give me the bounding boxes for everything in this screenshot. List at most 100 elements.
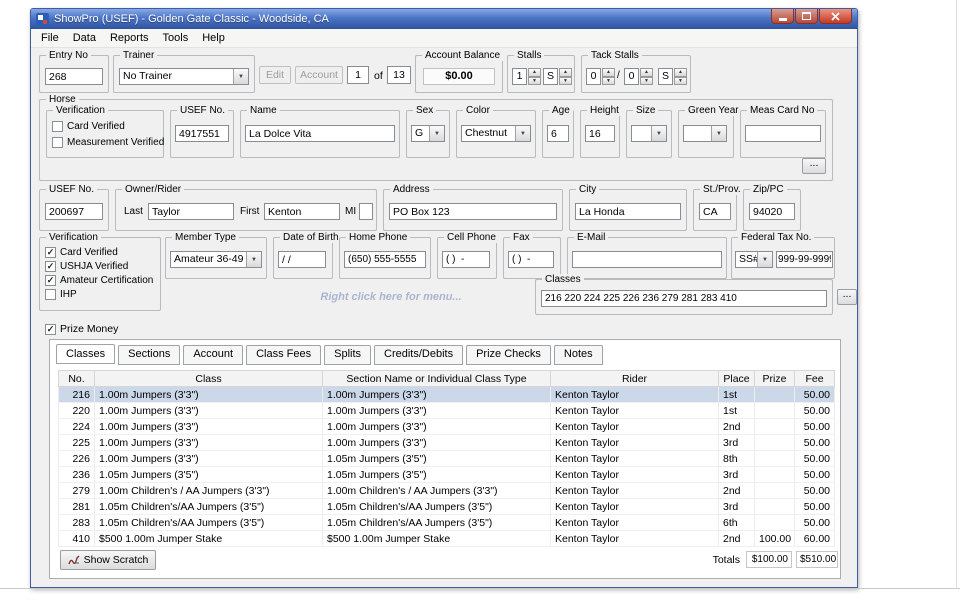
- height-field[interactable]: [585, 125, 615, 142]
- dropdown-arrow-icon[interactable]: ▼: [233, 69, 248, 84]
- header-section[interactable]: Section Name or Individual Class Type: [323, 371, 551, 387]
- checkbox-box[interactable]: [45, 289, 56, 300]
- horse-more-button[interactable]: ...: [802, 158, 826, 174]
- age-field[interactable]: [547, 125, 569, 142]
- horse-name-field[interactable]: [245, 125, 395, 142]
- dropdown-arrow-icon[interactable]: ▼: [515, 126, 530, 141]
- last-name-field[interactable]: [148, 203, 234, 220]
- show-scratch-button[interactable]: Show Scratch: [60, 550, 156, 570]
- header-no[interactable]: No.: [59, 371, 95, 387]
- tack-type-spinner[interactable]: S ▲▼: [658, 68, 687, 85]
- tab-splits[interactable]: Splits: [324, 345, 371, 365]
- tack-count2-spinner[interactable]: 0 ▲▼: [624, 68, 653, 85]
- edit-button[interactable]: Edit: [259, 66, 291, 84]
- ushja-verified-checkbox[interactable]: ✓ USHJA Verified: [45, 261, 128, 272]
- city-field[interactable]: [575, 203, 681, 220]
- stalls-count-spinner[interactable]: 1 ▲▼: [512, 68, 541, 85]
- size-select[interactable]: ▼: [631, 125, 667, 142]
- tax-id-field[interactable]: [776, 251, 833, 268]
- tax-id-type-select[interactable]: SS# ▼: [735, 251, 773, 268]
- spin-up-icon[interactable]: ▲: [602, 68, 615, 77]
- stalls-type-spinner[interactable]: S ▲▼: [543, 68, 572, 85]
- classes-field[interactable]: [541, 290, 827, 307]
- meas-card-field[interactable]: [745, 125, 821, 142]
- tab-sections[interactable]: Sections: [118, 345, 180, 365]
- menu-file[interactable]: File: [34, 30, 66, 46]
- spin-down-icon[interactable]: ▼: [602, 77, 615, 86]
- class-row[interactable]: 224 1.00m Jumpers (3'3") 1.00m Jumpers (…: [59, 419, 835, 435]
- amateur-certification-checkbox[interactable]: ✓ Amateur Certification: [45, 275, 153, 286]
- classes-more-button[interactable]: ...: [837, 289, 857, 305]
- checkbox-box[interactable]: ✓: [45, 275, 56, 286]
- class-row[interactable]: 410 $500 1.00m Jumper Stake $500 1.00m J…: [59, 531, 835, 547]
- state-field[interactable]: [699, 203, 731, 220]
- rider-card-verified-checkbox[interactable]: ✓ Card Verified: [45, 247, 118, 258]
- tab-account[interactable]: Account: [183, 345, 243, 365]
- dropdown-arrow-icon[interactable]: ▼: [711, 126, 726, 141]
- spin-up-icon[interactable]: ▲: [640, 68, 653, 77]
- header-fee[interactable]: Fee: [795, 371, 835, 387]
- spin-down-icon[interactable]: ▼: [528, 77, 541, 86]
- checkbox-box[interactable]: ✓: [45, 261, 56, 272]
- measurement-verified-checkbox[interactable]: Measurement Verified: [52, 137, 164, 148]
- class-row[interactable]: 225 1.00m Jumpers (3'3") 1.00m Jumpers (…: [59, 435, 835, 451]
- dropdown-arrow-icon[interactable]: ▼: [757, 252, 772, 267]
- entry-no-field[interactable]: [45, 68, 103, 85]
- first-name-field[interactable]: [264, 203, 340, 220]
- dob-field[interactable]: [278, 251, 326, 268]
- spin-down-icon[interactable]: ▼: [640, 77, 653, 86]
- zip-field[interactable]: [749, 203, 795, 220]
- menu-help[interactable]: Help: [195, 30, 232, 46]
- header-prize[interactable]: Prize: [755, 371, 795, 387]
- tab-notes[interactable]: Notes: [554, 345, 603, 365]
- checkbox-box[interactable]: [52, 137, 63, 148]
- header-rider[interactable]: Rider: [551, 371, 719, 387]
- header-place[interactable]: Place: [719, 371, 755, 387]
- minimize-button[interactable]: [771, 9, 794, 24]
- class-row[interactable]: 283 1.05m Children's/AA Jumpers (3'5") 1…: [59, 515, 835, 531]
- tab-credits-debits[interactable]: Credits/Debits: [374, 345, 463, 365]
- spin-down-icon[interactable]: ▼: [559, 77, 572, 86]
- checkbox-box[interactable]: [52, 121, 63, 132]
- class-row[interactable]: 236 1.05m Jumpers (3'5") 1.05m Jumpers (…: [59, 467, 835, 483]
- menu-data[interactable]: Data: [66, 30, 103, 46]
- menu-reports[interactable]: Reports: [103, 30, 156, 46]
- account-button[interactable]: Account: [295, 66, 343, 84]
- spin-up-icon[interactable]: ▲: [559, 68, 572, 77]
- header-class[interactable]: Class: [95, 371, 323, 387]
- address-field[interactable]: [389, 203, 557, 220]
- close-button[interactable]: [819, 9, 852, 24]
- cell-phone-field[interactable]: [442, 251, 490, 268]
- checkbox-box[interactable]: ✓: [45, 247, 56, 258]
- maximize-button[interactable]: [795, 9, 818, 24]
- card-verified-checkbox[interactable]: Card Verified: [52, 121, 125, 132]
- dropdown-arrow-icon[interactable]: ▼: [651, 126, 666, 141]
- email-field[interactable]: [572, 251, 722, 268]
- spin-down-icon[interactable]: ▼: [674, 77, 687, 86]
- horse-usef-field[interactable]: [175, 125, 229, 142]
- dropdown-arrow-icon[interactable]: ▼: [429, 126, 444, 141]
- tab-class-fees[interactable]: Class Fees: [246, 345, 321, 365]
- home-phone-field[interactable]: [344, 251, 426, 268]
- ihp-checkbox[interactable]: IHP: [45, 289, 77, 300]
- tab-prize-checks[interactable]: Prize Checks: [466, 345, 551, 365]
- dropdown-arrow-icon[interactable]: ▼: [246, 252, 261, 267]
- trainer-select[interactable]: No Trainer ▼: [119, 68, 249, 85]
- title-bar[interactable]: ShowPro (USEF) - Golden Gate Classic - W…: [31, 9, 857, 29]
- color-select[interactable]: Chestnut ▼: [461, 125, 531, 142]
- class-row[interactable]: 226 1.00m Jumpers (3'3") 1.05m Jumpers (…: [59, 451, 835, 467]
- fax-field[interactable]: [508, 251, 554, 268]
- class-row[interactable]: 220 1.00m Jumpers (3'3") 1.00m Jumpers (…: [59, 403, 835, 419]
- member-type-select[interactable]: Amateur 36-49 ▼: [170, 251, 262, 268]
- menu-tools[interactable]: Tools: [156, 30, 196, 46]
- tack-count1-spinner[interactable]: 0 ▲▼: [586, 68, 615, 85]
- rider-usef-field[interactable]: [45, 203, 103, 220]
- spin-up-icon[interactable]: ▲: [674, 68, 687, 77]
- green-year-select[interactable]: ▼: [683, 125, 727, 142]
- prize-money-checkbox[interactable]: ✓ Prize Money: [45, 323, 118, 335]
- sex-select[interactable]: G ▼: [411, 125, 445, 142]
- mi-field[interactable]: [359, 203, 373, 220]
- class-row[interactable]: 216 1.00m Jumpers (3'3") 1.00m Jumpers (…: [59, 387, 835, 403]
- spin-up-icon[interactable]: ▲: [528, 68, 541, 77]
- class-row[interactable]: 279 1.00m Children's / AA Jumpers (3'3")…: [59, 483, 835, 499]
